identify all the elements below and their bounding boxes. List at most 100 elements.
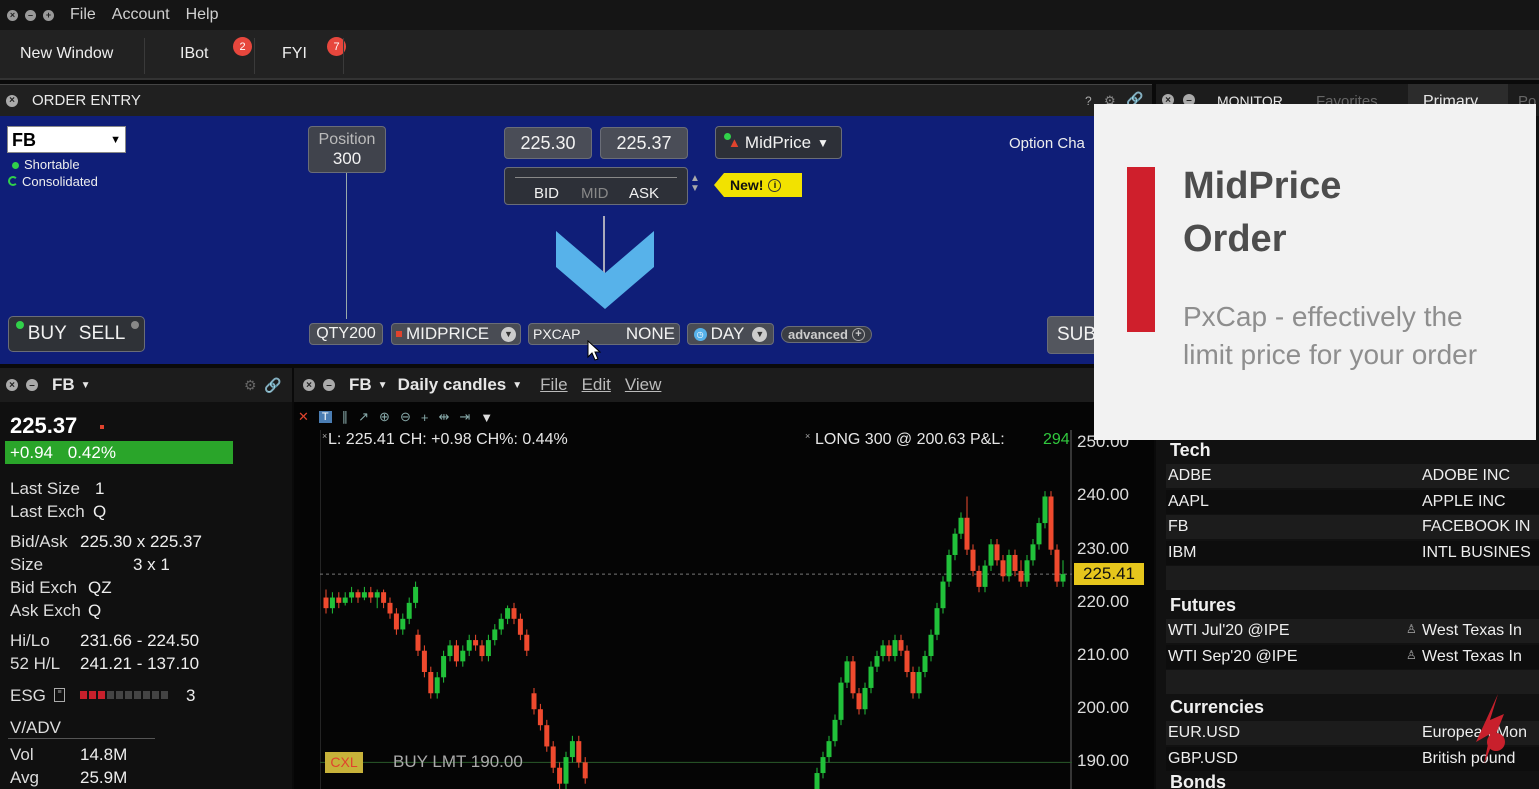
close-icon[interactable]: ×: [805, 431, 810, 441]
watchlist-row[interactable]: WTI Sep'20 @IPE ♙ West Texas In: [1166, 645, 1539, 669]
candle-body: [1036, 523, 1042, 545]
last-size-value: 1: [95, 479, 105, 498]
menu-account[interactable]: Account: [112, 6, 170, 24]
minimize-window-icon[interactable]: –: [25, 9, 36, 21]
minimize-panel-icon[interactable]: –: [26, 379, 38, 391]
toolbar: New Window IBot 2 FYI 7: [0, 30, 1539, 80]
ibot-button[interactable]: IBot: [180, 30, 208, 78]
price-axis[interactable]: 250.00 240.00 230.00 220.00 210.00 200.00 190.…: [1072, 430, 1154, 789]
sell-button[interactable]: SELL: [79, 323, 125, 345]
volume-value: 14.8M: [80, 745, 128, 764]
advanced-button[interactable]: advanced +: [781, 326, 872, 343]
esg-label: ESG: [10, 686, 46, 705]
minimize-panel-icon[interactable]: –: [323, 379, 335, 391]
group-header-futures: Futures: [1170, 595, 1237, 615]
price-slider[interactable]: BID MID ASK: [504, 167, 688, 205]
row-name: FACEBOOK IN: [1422, 518, 1531, 535]
chart-period[interactable]: Daily candles: [398, 375, 507, 395]
pan-icon[interactable]: ⇹: [438, 409, 449, 425]
chevron-down-icon[interactable]: ▼: [378, 380, 388, 391]
buy-sell-toggle[interactable]: BUY SELL: [8, 316, 145, 352]
candle-body: [505, 608, 511, 619]
chart-symbol[interactable]: FB: [349, 375, 372, 395]
menu-help[interactable]: Help: [186, 6, 219, 24]
symbol-select[interactable]: FB ▼: [7, 126, 126, 153]
chevron-down-icon: ▼: [752, 326, 768, 342]
document-icon[interactable]: ≡: [54, 688, 65, 702]
chart-menu-view[interactable]: View: [625, 375, 662, 395]
esg-segment: [143, 691, 150, 699]
settings-icon[interactable]: ⚙: [244, 377, 257, 394]
vadv-label: V/ADV: [10, 718, 62, 737]
close-window-icon[interactable]: ×: [7, 9, 18, 21]
candle-body: [479, 645, 485, 657]
delete-icon[interactable]: ✕: [298, 409, 309, 425]
info-icon[interactable]: i: [768, 178, 782, 192]
bid-price-button[interactable]: 225.30: [504, 127, 592, 159]
candle-body: [517, 618, 523, 635]
pxcap-field[interactable]: PXCAP NONE: [528, 323, 680, 345]
bid-label[interactable]: BID: [534, 185, 559, 202]
fit-icon[interactable]: ⇥: [459, 409, 470, 425]
menu-file[interactable]: File: [70, 6, 96, 24]
candle-body: [916, 671, 922, 694]
person-icon: ♙: [1406, 622, 1417, 636]
buy-button[interactable]: BUY: [28, 323, 67, 345]
quantity-field[interactable]: QTY200: [309, 323, 383, 345]
close-panel-icon[interactable]: ×: [6, 379, 18, 391]
time-in-force-select[interactable]: ◷ DAY ▼: [687, 323, 774, 345]
last-exch-value: Q: [93, 502, 107, 521]
close-icon[interactable]: ×: [322, 431, 327, 441]
ask-price-button[interactable]: 225.37: [600, 127, 688, 159]
candle-body: [982, 565, 988, 587]
trendline-icon[interactable]: ↗: [358, 409, 369, 425]
zoom-out-icon[interactable]: ⊖: [400, 409, 411, 425]
new-badge-label: New!: [730, 177, 764, 193]
maximize-window-icon[interactable]: +: [43, 9, 54, 21]
position-value: 300: [332, 148, 362, 168]
candle-body: [1000, 560, 1006, 577]
watchlist-row[interactable]: WTI Jul'20 @IPE ♙ West Texas In: [1166, 619, 1539, 643]
watchlist-row-empty[interactable]: [1166, 670, 1539, 694]
text-tool-icon[interactable]: T: [318, 411, 332, 423]
bar-tool-icon[interactable]: ∥: [342, 409, 349, 425]
y-tick-label: 210.00: [1077, 645, 1129, 665]
option-chain-link[interactable]: Option Cha: [1009, 135, 1085, 152]
watchlist-row[interactable]: ADBE ADOBE INC: [1166, 464, 1539, 488]
drawing-toolbar: ✕ T ∥ ↗ ⊕ ⊖ + ⇹ ⇥ ▼: [298, 408, 493, 426]
person-icon: ♙: [1406, 648, 1417, 662]
order-entry-panel: FB ▼ Shortable Consolidated Position 300…: [0, 116, 1152, 364]
ask-label[interactable]: ASK: [629, 185, 659, 202]
new-window-button[interactable]: New Window: [20, 30, 113, 78]
candlestick-chart[interactable]: [319, 430, 1072, 789]
stepper-icon[interactable]: ▲ ▼: [690, 174, 700, 194]
close-panel-icon[interactable]: ×: [6, 94, 18, 107]
zoom-in-icon[interactable]: ⊕: [379, 409, 390, 425]
bid-ask-label: Bid/Ask: [10, 532, 68, 551]
close-panel-icon[interactable]: ×: [303, 379, 315, 391]
watchlist-row[interactable]: IBM INTL BUSINES: [1166, 541, 1539, 565]
fyi-button[interactable]: FYI: [282, 30, 307, 78]
arrow-down-icon: [556, 231, 654, 309]
crosshair-icon[interactable]: +: [421, 410, 429, 425]
order-type-select[interactable]: MIDPRICE ▼: [391, 323, 521, 345]
change-pct: 0.42%: [67, 443, 116, 462]
chart-menu-file[interactable]: File: [540, 375, 567, 395]
candle-body: [922, 656, 928, 672]
quote-symbol[interactable]: FB: [52, 375, 75, 395]
chart-menu-edit[interactable]: Edit: [582, 375, 611, 395]
price-chart[interactable]: L: 225.41 CH: +0.98 CH%: 0.44% × × LONG …: [319, 430, 1072, 789]
mid-label[interactable]: MID: [581, 185, 609, 202]
order-type-pill[interactable]: ▲ MidPrice ▼: [715, 126, 842, 159]
link-icon[interactable]: 🔗: [264, 377, 281, 394]
cancel-order-button[interactable]: CXL: [325, 752, 363, 773]
chevron-down-icon[interactable]: ▼: [512, 380, 522, 391]
chevron-down-icon[interactable]: ▼: [480, 410, 493, 425]
chevron-down-icon[interactable]: ▼: [81, 380, 91, 391]
watchlist-row[interactable]: FB FACEBOOK IN: [1166, 515, 1539, 539]
help-icon[interactable]: ?: [1085, 94, 1092, 108]
order-entry-title: ORDER ENTRY: [32, 92, 141, 109]
watchlist-row-empty[interactable]: [1166, 566, 1539, 590]
plus-icon: +: [851, 328, 865, 341]
watchlist-row[interactable]: AAPL APPLE INC: [1166, 490, 1539, 514]
